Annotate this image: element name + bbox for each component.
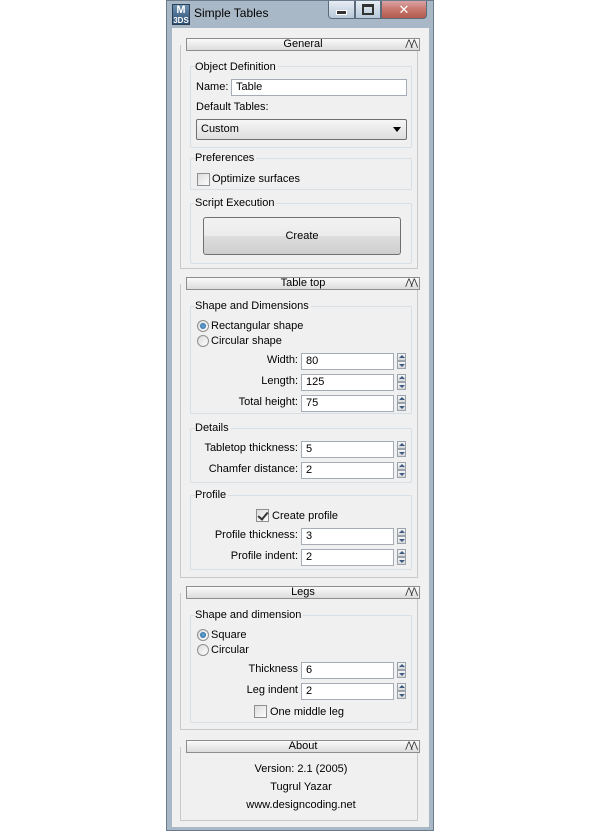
leg-shape-title: Shape and dimension: [195, 609, 304, 621]
preferences-title: Preferences: [195, 152, 257, 164]
width-label: Width:: [266, 354, 298, 366]
spinner-down-icon[interactable]: [397, 557, 406, 565]
name-input[interactable]: Table: [231, 79, 407, 96]
close-icon: ✕: [398, 2, 410, 17]
square-leg-label[interactable]: Square: [211, 629, 246, 641]
object-definition-title: Object Definition: [195, 61, 278, 73]
leg-indent-input[interactable]: 2: [301, 683, 394, 700]
tabletop-thickness-spinner[interactable]: [397, 441, 406, 458]
maximize-icon: [362, 4, 374, 15]
spinner-up-icon[interactable]: [397, 395, 406, 403]
legs-rollout-title: Legs: [291, 586, 315, 598]
leg-thickness-spinner[interactable]: [397, 662, 406, 679]
chamfer-distance-spinner[interactable]: [397, 462, 406, 479]
leg-thickness-label: Thickness: [248, 663, 298, 675]
one-middle-leg-label[interactable]: One middle leg: [270, 706, 344, 718]
spinner-down-icon[interactable]: [397, 536, 406, 544]
length-input[interactable]: 125: [301, 374, 394, 391]
minimize-button[interactable]: [328, 1, 355, 19]
spinner-up-icon[interactable]: [397, 353, 406, 361]
collapse-icon[interactable]: ⋀⋀: [405, 740, 418, 751]
create-profile-checkbox[interactable]: [256, 509, 269, 522]
profile-indent-spinner[interactable]: [397, 549, 406, 566]
spinner-up-icon[interactable]: [397, 683, 406, 691]
spinner-down-icon[interactable]: [397, 470, 406, 478]
spinner-up-icon[interactable]: [397, 462, 406, 470]
spinner-up-icon[interactable]: [397, 441, 406, 449]
rectangular-shape-radio[interactable]: [197, 320, 209, 332]
width-spinner[interactable]: [397, 353, 406, 370]
website-text: www.designcoding.net: [246, 799, 356, 811]
close-button[interactable]: ✕: [381, 1, 427, 19]
width-input[interactable]: 80: [301, 353, 394, 370]
create-profile-label[interactable]: Create profile: [272, 510, 338, 522]
create-button[interactable]: Create: [203, 217, 401, 255]
default-tables-dropdown[interactable]: Custom: [196, 119, 407, 140]
table-top-rollout-header[interactable]: Table top ⋀⋀: [186, 277, 420, 290]
profile-indent-input[interactable]: 2: [301, 549, 394, 566]
app-icon[interactable]: M 3DS: [172, 4, 190, 25]
general-rollout-title: General: [283, 38, 323, 50]
general-rollout-header[interactable]: General ⋀⋀: [186, 38, 420, 51]
app-icon-subtext: 3DS: [173, 16, 189, 25]
default-tables-label: Default Tables:: [196, 101, 269, 113]
chamfer-distance-input[interactable]: 2: [301, 462, 394, 479]
tabletop-thickness-input[interactable]: 5: [301, 441, 394, 458]
script-execution-title: Script Execution: [195, 197, 277, 209]
spinner-down-icon[interactable]: [397, 382, 406, 390]
chamfer-distance-label: Chamfer distance:: [208, 463, 298, 475]
spinner-down-icon[interactable]: [397, 670, 406, 678]
circular-leg-radio[interactable]: [197, 644, 209, 656]
total-height-spinner[interactable]: [397, 395, 406, 412]
optimize-surfaces-checkbox[interactable]: [197, 173, 210, 186]
title-bar[interactable]: M 3DS Simple Tables ✕: [167, 1, 433, 27]
profile-indent-label: Profile indent:: [230, 550, 298, 562]
collapse-icon[interactable]: ⋀⋀: [405, 38, 418, 49]
circular-leg-label[interactable]: Circular: [211, 644, 249, 656]
default-tables-value: Custom: [201, 123, 239, 135]
profile-thickness-spinner[interactable]: [397, 528, 406, 545]
circular-shape-radio[interactable]: [197, 335, 209, 347]
maximize-button[interactable]: [355, 1, 381, 19]
shape-dimensions-title: Shape and Dimensions: [195, 300, 311, 312]
leg-thickness-input[interactable]: 6: [301, 662, 394, 679]
name-label: Name:: [196, 81, 229, 93]
details-title: Details: [195, 422, 231, 434]
author-text: Tugrul Yazar: [270, 781, 332, 793]
collapse-icon[interactable]: ⋀⋀: [405, 586, 418, 597]
tabletop-thickness-label: Tabletop thickness:: [204, 442, 298, 454]
table-top-rollout-title: Table top: [280, 277, 326, 289]
collapse-icon[interactable]: ⋀⋀: [405, 277, 418, 288]
app-icon-letter: M: [176, 4, 186, 16]
optimize-surfaces-label[interactable]: Optimize surfaces: [212, 173, 300, 185]
version-text: Version: 2.1 (2005): [254, 763, 348, 775]
leg-indent-label: Leg indent: [246, 684, 298, 696]
spinner-down-icon[interactable]: [397, 691, 406, 699]
spinner-down-icon[interactable]: [397, 403, 406, 411]
chevron-down-icon: [393, 127, 401, 132]
about-rollout-title: About: [288, 740, 318, 752]
circular-shape-label[interactable]: Circular shape: [211, 335, 282, 347]
spinner-up-icon[interactable]: [397, 549, 406, 557]
legs-rollout-header[interactable]: Legs ⋀⋀: [186, 586, 420, 599]
leg-indent-spinner[interactable]: [397, 683, 406, 700]
about-rollout-header[interactable]: About ⋀⋀: [186, 740, 420, 753]
total-height-input[interactable]: 75: [301, 395, 394, 412]
total-height-label: Total height:: [238, 396, 298, 408]
profile-thickness-label: Profile thickness:: [214, 529, 298, 541]
minimize-icon: [336, 10, 347, 15]
spinner-up-icon[interactable]: [397, 662, 406, 670]
spinner-up-icon[interactable]: [397, 528, 406, 536]
spinner-down-icon[interactable]: [397, 361, 406, 369]
length-label: Length:: [261, 375, 298, 387]
one-middle-leg-checkbox[interactable]: [254, 705, 267, 718]
profile-thickness-input[interactable]: 3: [301, 528, 394, 545]
square-leg-radio[interactable]: [197, 629, 209, 641]
spinner-up-icon[interactable]: [397, 374, 406, 382]
spinner-down-icon[interactable]: [397, 449, 406, 457]
window-title: Simple Tables: [194, 6, 269, 20]
profile-title: Profile: [195, 489, 229, 501]
rectangular-shape-label[interactable]: Rectangular shape: [211, 320, 303, 332]
length-spinner[interactable]: [397, 374, 406, 391]
